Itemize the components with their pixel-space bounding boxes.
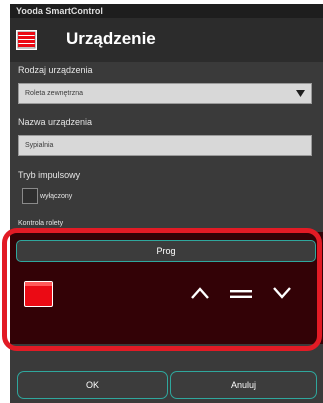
prog-button[interactable]: Prog — [16, 240, 316, 262]
window-title: Yooda SmartControl — [10, 4, 323, 18]
blind-control-panel: Prog — [10, 232, 323, 344]
blind-state-icon[interactable] — [24, 281, 53, 307]
triangle-down-icon — [296, 90, 305, 97]
chevron-up-icon[interactable] — [190, 286, 210, 300]
blind-icon — [16, 30, 37, 50]
chevron-down-icon[interactable] — [272, 286, 292, 300]
device-dialog: Yooda SmartControl Urządzenie Rodzaj urz… — [10, 4, 323, 403]
device-name-field[interactable]: Sypialnia — [18, 135, 312, 156]
device-name-label: Nazwa urządzenia — [18, 117, 93, 127]
impulse-mode-checkbox[interactable] — [22, 188, 38, 204]
screen: Yooda SmartControl Urządzenie Rodzaj urz… — [0, 0, 323, 403]
device-name-value: Sypialnia — [25, 142, 54, 149]
device-type-select[interactable]: Roleta zewnętrzna — [18, 83, 312, 104]
page-title: Urządzenie — [66, 29, 156, 48]
device-type-label: Rodzaj urządzenia — [18, 65, 93, 75]
blind-control-label: Kontrola rolety — [18, 220, 64, 227]
blind-control-label-wrap: Kontrola rolety — [18, 218, 118, 228]
blind-state-icon-top — [25, 282, 52, 286]
impulse-mode-checkbox-label: wyłączony — [40, 193, 73, 200]
impulse-mode-label: Tryb impulsowy — [18, 170, 81, 180]
ok-button[interactable]: OK — [17, 371, 168, 399]
dialog-header: Urządzenie — [10, 18, 323, 62]
equals-icon[interactable] — [230, 290, 252, 298]
device-type-value: Roleta zewnętrzna — [25, 90, 83, 97]
cancel-button[interactable]: Anuluj — [170, 371, 317, 399]
